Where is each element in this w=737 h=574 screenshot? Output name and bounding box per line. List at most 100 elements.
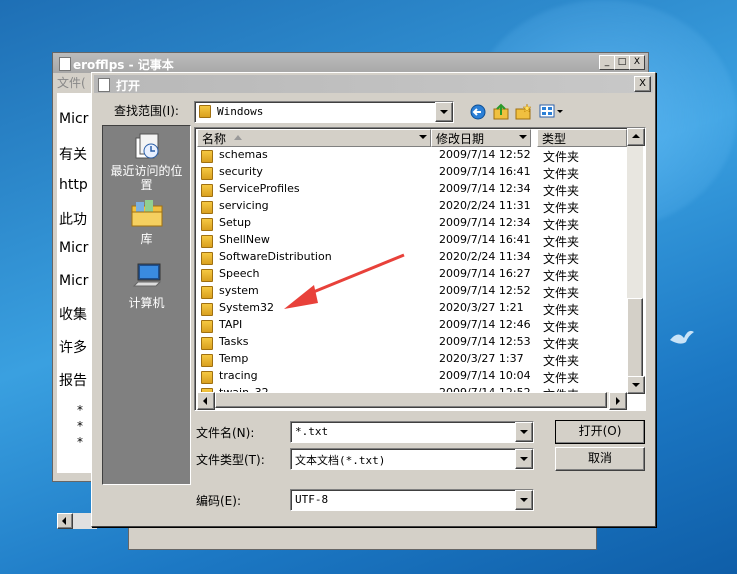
file-name: Setup [219, 216, 252, 229]
file-name: tracing [219, 369, 258, 382]
column-date[interactable]: 修改日期 [431, 129, 531, 147]
scroll-up-button[interactable] [627, 128, 645, 146]
notepad-close-button[interactable]: X [629, 55, 645, 70]
filename-dropdown-button[interactable] [515, 422, 533, 442]
file-type: 文件夹 [543, 218, 580, 232]
chevron-down-icon [520, 430, 528, 434]
computer-icon [130, 262, 164, 292]
column-name-filter[interactable] [418, 132, 428, 142]
column-type[interactable]: 类型 [537, 129, 627, 147]
file-row[interactable]: security 2009/7/14 16:41 文件夹 [197, 164, 627, 181]
folder-icon [199, 105, 211, 118]
vertical-scroll-thumb[interactable] [627, 298, 643, 380]
file-row[interactable]: TAPI 2009/7/14 12:46 文件夹 [197, 317, 627, 334]
dialog-icon [98, 78, 110, 92]
scroll-left-button[interactable] [57, 513, 73, 529]
file-row[interactable]: System32 2020/3/27 1:21 文件夹 [197, 300, 627, 317]
file-date: 2009/7/14 12:52 [439, 284, 531, 297]
dialog-title: 打开 [116, 79, 141, 93]
notepad-text-line: 有关 [59, 147, 87, 163]
scroll-right-button[interactable] [609, 392, 627, 410]
notepad-text-line: * [77, 419, 83, 433]
place-computer[interactable]: 计算机 [103, 262, 190, 311]
horizontal-scrollbar[interactable] [197, 392, 627, 410]
notepad-icon [59, 57, 71, 71]
horizontal-scroll-thumb[interactable] [215, 392, 607, 408]
column-name[interactable]: 名称 [197, 129, 431, 147]
new-folder-icon[interactable] [514, 103, 532, 121]
lookin-value: Windows [217, 105, 264, 118]
file-row[interactable]: Setup 2009/7/14 12:34 文件夹 [197, 215, 627, 232]
filetype-dropdown-button[interactable] [515, 449, 533, 469]
menu-file[interactable]: 文件( [57, 76, 86, 90]
notepad-titlebar[interactable]: erofflps - 记事本 _ □ X [53, 53, 648, 73]
file-row[interactable]: Temp 2020/3/27 1:37 文件夹 [197, 351, 627, 368]
filename-input[interactable]: *.txt [290, 421, 534, 443]
place-label: 计算机 [128, 296, 165, 310]
folder-icon [201, 303, 213, 316]
up-folder-icon[interactable] [492, 103, 510, 121]
file-type: 文件夹 [543, 320, 580, 334]
down-arrow-icon [632, 383, 640, 387]
place-label: 库 [140, 232, 153, 246]
encoding-dropdown-button[interactable] [515, 490, 533, 510]
open-button[interactable]: 打开(O) [555, 420, 645, 444]
file-row[interactable]: Tasks 2009/7/14 12:53 文件夹 [197, 334, 627, 351]
scroll-down-button[interactable] [627, 376, 645, 394]
chevron-down-icon [419, 135, 427, 139]
file-date: 2020/3/27 1:37 [439, 352, 524, 365]
folder-icon [201, 150, 213, 163]
filename-label: 文件名(N): [196, 426, 255, 440]
open-dialog[interactable]: 打开 X 查找范围(I): Windows 最近访问的位置库计算机 名称 修改日… [91, 72, 656, 527]
annotation-arrow [284, 253, 405, 309]
place-recent-places[interactable]: 最近访问的位置 [103, 132, 190, 192]
file-type: 文件夹 [543, 286, 580, 300]
folder-icon [201, 337, 213, 350]
filetype-label: 文件类型(T): [196, 453, 265, 467]
dialog-titlebar[interactable]: 打开 X [94, 75, 653, 93]
column-date-filter[interactable] [518, 132, 528, 142]
encoding-combo[interactable]: UTF-8 [290, 489, 534, 511]
folder-icon [201, 218, 213, 231]
file-row[interactable]: servicing 2020/2/24 11:31 文件夹 [197, 198, 627, 215]
back-icon[interactable] [470, 104, 486, 120]
minimize-button[interactable]: _ [599, 55, 615, 70]
view-menu-icon[interactable] [539, 104, 565, 120]
file-type: 文件夹 [543, 201, 580, 215]
chevron-down-icon [440, 110, 448, 114]
file-row[interactable]: ShellNew 2009/7/14 16:41 文件夹 [197, 232, 627, 249]
file-date: 2009/7/14 16:27 [439, 267, 531, 280]
notepad-text-line: http [59, 177, 88, 193]
notepad-text-line: * [77, 435, 83, 449]
folder-icon [201, 167, 213, 180]
file-name: System32 [219, 301, 275, 314]
file-name: Tasks [219, 335, 249, 348]
file-row[interactable]: system 2009/7/14 12:52 文件夹 [197, 283, 627, 300]
encoding-value: UTF-8 [295, 493, 329, 506]
filetype-combo[interactable]: 文本文档(*.txt) [290, 448, 534, 470]
filetype-value: 文本文档(*.txt) [295, 454, 386, 467]
file-row[interactable]: SoftwareDistribution 2020/2/24 11:34 文件夹 [197, 249, 627, 266]
lookin-dropdown-button[interactable] [435, 102, 453, 122]
file-name: Temp [219, 352, 249, 365]
file-row[interactable]: schemas 2009/7/14 12:52 文件夹 [197, 147, 627, 164]
file-date: 2020/2/24 11:31 [439, 199, 531, 212]
scroll-left-button[interactable] [197, 392, 215, 410]
place-libraries[interactable]: 库 [103, 198, 190, 247]
dialog-close-button[interactable]: X [634, 76, 651, 92]
cancel-button[interactable]: 取消 [555, 447, 645, 471]
vertical-scrollbar[interactable] [627, 128, 645, 394]
up-arrow-icon [632, 134, 640, 138]
lookin-combo[interactable]: Windows [194, 101, 454, 123]
file-list[interactable]: 名称 修改日期 类型 schemas 2009/7/14 12:52 文件夹 secu… [194, 127, 646, 411]
file-row[interactable]: Speech 2009/7/14 16:27 文件夹 [197, 266, 627, 283]
notepad-title: erofflps - 记事本 [73, 58, 174, 72]
chevron-down-icon [519, 135, 527, 139]
file-row[interactable]: tracing 2009/7/14 10:04 文件夹 [197, 368, 627, 385]
file-type: 文件夹 [543, 354, 580, 368]
notepad-text-line: * [77, 403, 83, 417]
file-row[interactable]: ServiceProfiles 2009/7/14 12:34 文件夹 [197, 181, 627, 198]
maximize-button[interactable]: □ [614, 55, 630, 70]
folder-icon [201, 286, 213, 299]
file-date: 2009/7/14 16:41 [439, 165, 531, 178]
